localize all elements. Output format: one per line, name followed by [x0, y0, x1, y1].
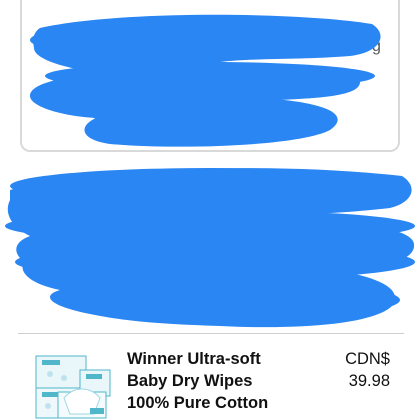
product-thumbnail[interactable] [34, 348, 112, 420]
partially-hidden-glyph-left: — [46, 238, 59, 253]
top-content-card [20, 0, 400, 152]
price-amount: 39.98 [348, 372, 390, 390]
product-title-line-2[interactable]: Baby Dry Wipes [127, 370, 317, 392]
product-price: CDN$ 39.98 [330, 348, 390, 392]
product-title-line-3[interactable]: 100% Pure Cotton [127, 392, 317, 414]
cart-item-row[interactable]: Winner Ultra-soft Baby Dry Wipes 100% Pu… [0, 340, 420, 420]
price-currency: CDN$ [345, 350, 390, 368]
partially-hidden-glyph: g [372, 38, 381, 55]
item-divider [18, 333, 404, 334]
product-title-line-1[interactable]: Winner Ultra-soft [127, 348, 317, 370]
product-title[interactable]: Winner Ultra-soft Baby Dry Wipes 100% Pu… [127, 348, 317, 414]
